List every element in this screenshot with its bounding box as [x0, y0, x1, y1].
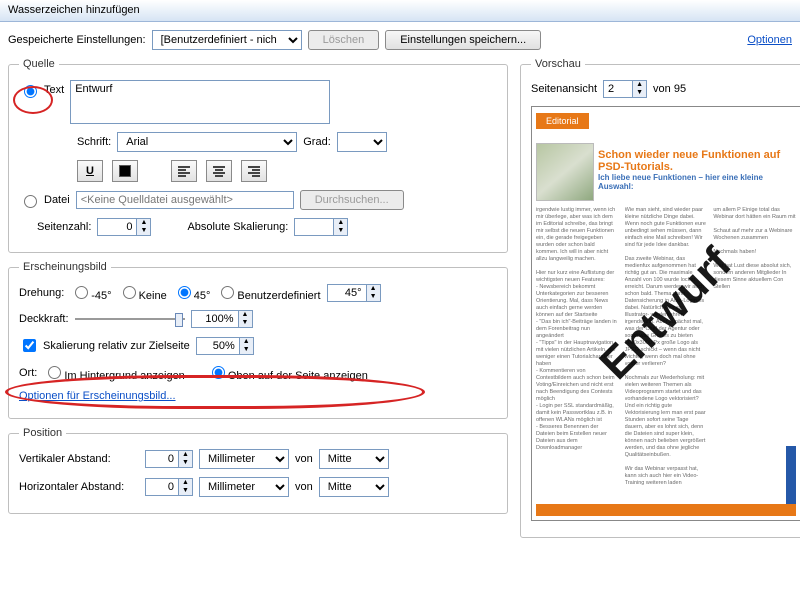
- rot-m45[interactable]: -45°: [70, 283, 111, 302]
- pagecount-label: Seitenzahl:: [37, 221, 91, 233]
- watermark-text-input[interactable]: Entwurf: [70, 80, 330, 124]
- size-select[interactable]: [337, 132, 387, 152]
- align-center-button[interactable]: [206, 160, 232, 182]
- absscale-label: Absolute Skalierung:: [187, 221, 288, 233]
- title-bar: Wasserzeichen hinzufügen: [0, 0, 800, 22]
- size-label: Grad:: [303, 136, 331, 148]
- file-radio[interactable]: [24, 195, 37, 208]
- preview-group: Vorschau Seitenansicht ▲▼ von 95 Editori…: [520, 58, 800, 538]
- hdist-label: Horizontaler Abstand:: [19, 481, 139, 493]
- hdist-unit[interactable]: Millimeter: [199, 477, 289, 497]
- vdist-unit[interactable]: Millimeter: [199, 449, 289, 469]
- opacity-label: Deckkraft:: [19, 313, 69, 325]
- down-arrow-icon[interactable]: ▼: [137, 227, 150, 235]
- editorial-tab: Editorial: [536, 113, 589, 129]
- position-legend: Position: [19, 427, 66, 439]
- rot-custom[interactable]: Benutzerdefiniert: [216, 283, 320, 302]
- absscale-spinner[interactable]: ▲▼: [294, 218, 348, 236]
- opacity-spinner[interactable]: ▲▼: [191, 310, 253, 328]
- vdist-anchor[interactable]: Mitte: [319, 449, 389, 469]
- source-group: Quelle Text Entwurf Schrift: Arial Grad:…: [8, 58, 508, 253]
- font-label: Schrift:: [77, 136, 111, 148]
- position-group: Position Vertikaler Abstand: ▲▼ Millimet…: [8, 427, 508, 514]
- rot-custom-spinner[interactable]: ▲▼: [327, 284, 381, 302]
- font-select[interactable]: Arial: [117, 132, 297, 152]
- hdist-anchor[interactable]: Mitte: [319, 477, 389, 497]
- preview-page: Editorial Schon wieder neue Funktionen a…: [531, 106, 800, 521]
- file-radio-label[interactable]: Datei: [19, 192, 70, 208]
- preview-footer-bar: [536, 504, 796, 516]
- opacity-slider[interactable]: [75, 310, 185, 328]
- pageview-spinner[interactable]: ▲▼: [603, 80, 647, 98]
- appearance-legend: Erscheinungsbild: [19, 261, 111, 273]
- page-total: von 95: [653, 83, 686, 95]
- location-ontop[interactable]: Oben auf der Seite anzeigen: [207, 363, 368, 382]
- align-right-button[interactable]: [241, 160, 267, 182]
- author-photo: [536, 143, 594, 201]
- color-button[interactable]: [112, 160, 138, 182]
- rotation-label: Drehung:: [19, 287, 64, 299]
- up-arrow-icon[interactable]: ▲: [137, 219, 150, 227]
- source-legend: Quelle: [19, 58, 59, 70]
- relscale-checkbox[interactable]: Skalierung relativ zur Zielseite: [19, 336, 190, 355]
- saved-settings-label: Gespeicherte Einstellungen:: [8, 34, 146, 46]
- appearance-group: Erscheinungsbild Drehung: -45° Keine 45°…: [8, 261, 508, 419]
- text-radio-label[interactable]: Text: [19, 82, 64, 98]
- rot-45[interactable]: 45°: [173, 283, 211, 302]
- align-left-button[interactable]: [171, 160, 197, 182]
- options-link[interactable]: Optionen: [747, 34, 792, 46]
- location-behind[interactable]: Im Hintergrund anzeigen: [43, 363, 184, 382]
- file-path-display: [76, 191, 294, 209]
- location-label: Ort:: [19, 367, 37, 379]
- pagecount-spinner[interactable]: ▲▼: [97, 218, 151, 236]
- delete-button: Löschen: [308, 30, 380, 50]
- relscale-spinner[interactable]: ▲▼: [196, 337, 254, 355]
- save-settings-button[interactable]: Einstellungen speichern...: [385, 30, 541, 50]
- appearance-options-link[interactable]: Optionen für Erscheinungsbild...: [19, 390, 176, 402]
- browse-button: Durchsuchen...: [300, 190, 404, 210]
- saved-settings-select[interactable]: [Benutzerdefiniert - nich: [152, 30, 302, 50]
- hdist-spinner[interactable]: ▲▼: [145, 478, 193, 496]
- preview-columns: irgendwie lustig immer, wenn ich mir übe…: [536, 207, 796, 487]
- window-title: Wasserzeichen hinzufügen: [8, 4, 140, 16]
- pageview-label: Seitenansicht: [531, 83, 597, 95]
- underline-button[interactable]: U: [77, 160, 103, 182]
- vdist-spinner[interactable]: ▲▼: [145, 450, 193, 468]
- rot-none[interactable]: Keine: [118, 283, 167, 302]
- text-radio[interactable]: [24, 85, 37, 98]
- preview-legend: Vorschau: [531, 58, 585, 70]
- vdist-label: Vertikaler Abstand:: [19, 453, 139, 465]
